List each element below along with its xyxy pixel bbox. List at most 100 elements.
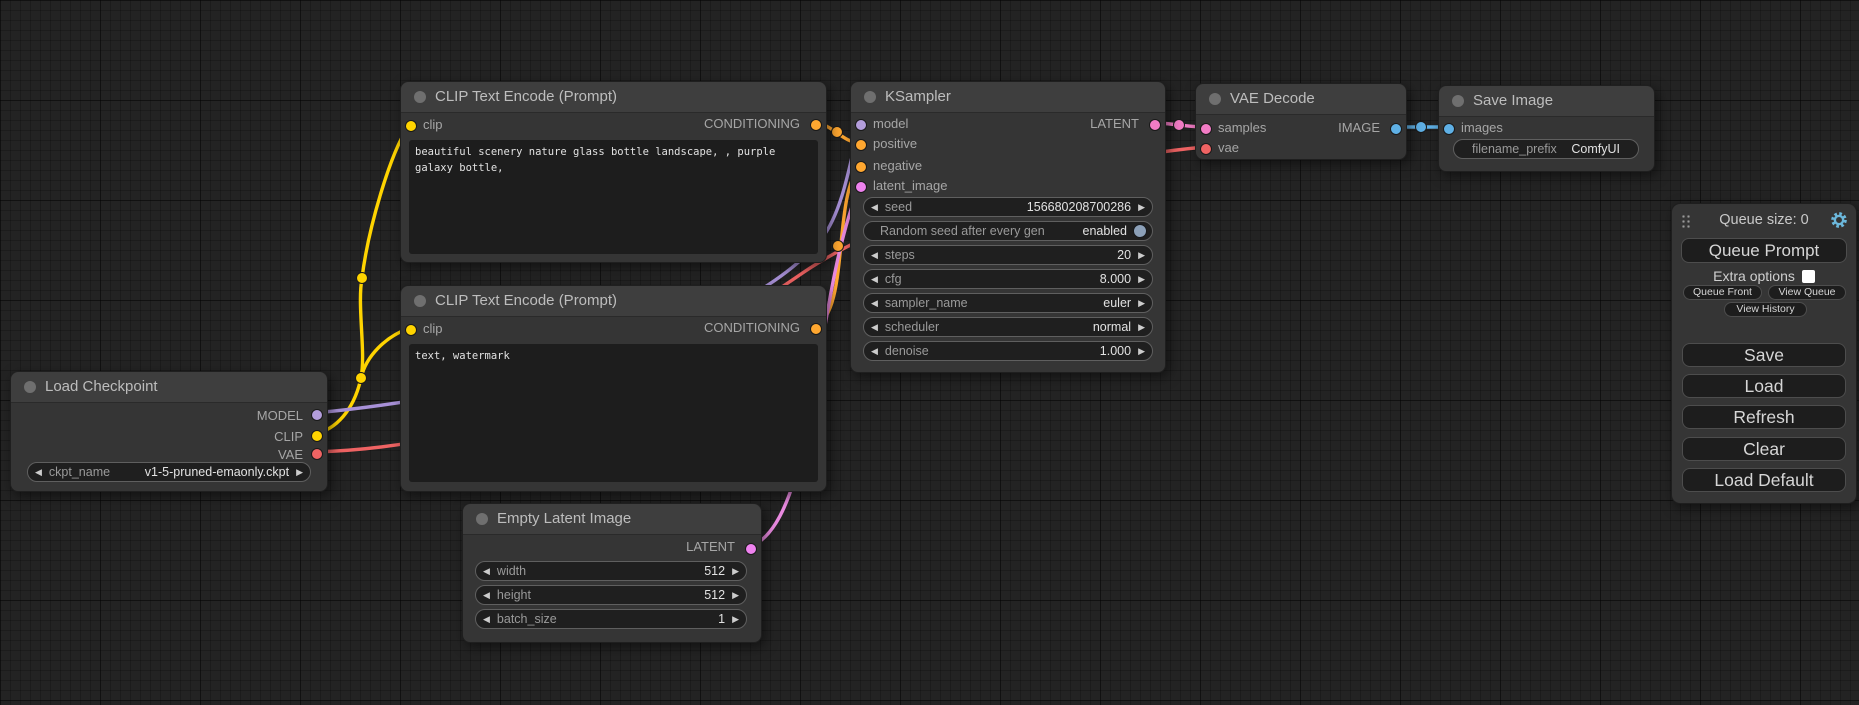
input-label-vae: vae	[1218, 139, 1239, 157]
input-slot-images[interactable]	[1443, 123, 1455, 135]
output-slot-latent[interactable]	[745, 543, 757, 555]
widget-label: scheduler	[885, 320, 939, 334]
output-slot-vae[interactable]	[311, 448, 323, 460]
widget-denoise[interactable]: ◀ denoise 1.000 ▶	[863, 341, 1153, 361]
widget-sampler-name[interactable]: ◀ sampler_name euler ▶	[863, 293, 1153, 313]
increment-arrow-icon[interactable]: ▶	[1131, 341, 1152, 361]
increment-arrow-icon[interactable]: ▶	[289, 462, 310, 482]
increment-arrow-icon[interactable]: ▶	[1131, 317, 1152, 337]
input-slot-vae[interactable]	[1200, 143, 1212, 155]
extra-options-checkbox[interactable]	[1802, 270, 1815, 283]
refresh-button[interactable]: Refresh	[1682, 405, 1846, 429]
load-default-button[interactable]: Load Default	[1682, 468, 1846, 492]
graph-canvas[interactable]: { "colors": { "model": "#b39ddb", "clip"…	[0, 0, 1859, 705]
input-slot-clip[interactable]	[405, 120, 417, 132]
input-slot-samples[interactable]	[1200, 123, 1212, 135]
output-slot-model[interactable]	[311, 409, 323, 421]
widget-width[interactable]: ◀ width 512 ▶	[475, 561, 747, 581]
widget-random-seed[interactable]: Random seed after every gen enabled	[863, 221, 1153, 241]
widget-steps[interactable]: ◀ steps 20 ▶	[863, 245, 1153, 265]
node-clip-encode-negative[interactable]: CLIP Text Encode (Prompt) clip CONDITION…	[400, 285, 827, 492]
widget-value: enabled	[1083, 224, 1128, 238]
node-load-checkpoint[interactable]: Load Checkpoint MODEL CLIP VAE ◀ ckpt_na…	[10, 371, 328, 492]
node-title: KSampler	[851, 82, 1165, 113]
view-queue-button[interactable]: View Queue	[1768, 285, 1846, 300]
decrement-arrow-icon[interactable]: ◀	[864, 341, 885, 361]
view-history-button[interactable]: View History	[1724, 302, 1807, 317]
node-ksampler[interactable]: KSampler model positive negative latent_…	[850, 81, 1166, 373]
input-slot-negative[interactable]	[855, 161, 867, 173]
input-slot-model[interactable]	[855, 119, 867, 131]
output-label-conditioning: CONDITIONING	[704, 319, 800, 337]
increment-arrow-icon[interactable]: ▶	[725, 609, 746, 629]
decrement-arrow-icon[interactable]: ◀	[864, 293, 885, 313]
widget-height[interactable]: ◀ height 512 ▶	[475, 585, 747, 605]
widget-value: normal	[1093, 320, 1131, 334]
decrement-arrow-icon[interactable]: ◀	[864, 317, 885, 337]
widget-value: 512	[704, 588, 725, 602]
node-save-image[interactable]: Save Image images filename_prefix ComfyU…	[1438, 85, 1655, 172]
output-slot-latent[interactable]	[1149, 119, 1161, 131]
widget-value: euler	[1103, 296, 1131, 310]
widget-label: height	[497, 588, 531, 602]
widget-label: seed	[885, 200, 912, 214]
clear-button[interactable]: Clear	[1682, 437, 1846, 461]
increment-arrow-icon[interactable]: ▶	[1131, 197, 1152, 217]
widget-cfg[interactable]: ◀ cfg 8.000 ▶	[863, 269, 1153, 289]
output-label-conditioning: CONDITIONING	[704, 115, 800, 133]
widget-value: 1.000	[1100, 344, 1131, 358]
input-slot-latent-image[interactable]	[855, 181, 867, 193]
input-label-images: images	[1461, 119, 1503, 137]
increment-arrow-icon[interactable]: ▶	[1131, 245, 1152, 265]
extra-options-label: Extra options	[1713, 268, 1795, 284]
widget-label: Random seed after every gen	[880, 224, 1045, 238]
prompt-textarea[interactable]: text, watermark	[409, 344, 818, 482]
node-status-icon	[24, 381, 36, 393]
input-label-negative: negative	[873, 157, 922, 175]
input-slot-clip[interactable]	[405, 324, 417, 336]
widget-label: sampler_name	[885, 296, 968, 310]
widget-filename-prefix[interactable]: filename_prefix ComfyUI	[1453, 139, 1639, 159]
widget-value: 1	[718, 612, 725, 626]
node-vae-decode[interactable]: VAE Decode samples vae IMAGE	[1195, 83, 1407, 160]
load-button[interactable]: Load	[1682, 374, 1846, 398]
output-slot-conditioning[interactable]	[810, 323, 822, 335]
node-status-icon	[1209, 93, 1221, 105]
node-clip-encode-positive[interactable]: CLIP Text Encode (Prompt) clip CONDITION…	[400, 81, 827, 263]
increment-arrow-icon[interactable]: ▶	[1131, 293, 1152, 313]
decrement-arrow-icon[interactable]: ◀	[476, 609, 497, 629]
node-title: Load Checkpoint	[11, 372, 327, 403]
output-slot-conditioning[interactable]	[810, 119, 822, 131]
widget-scheduler[interactable]: ◀ scheduler normal ▶	[863, 317, 1153, 337]
increment-arrow-icon[interactable]: ▶	[725, 561, 746, 581]
gear-icon[interactable]	[1830, 211, 1848, 229]
decrement-arrow-icon[interactable]: ◀	[28, 462, 49, 482]
input-slot-positive[interactable]	[855, 139, 867, 151]
increment-arrow-icon[interactable]: ▶	[725, 585, 746, 605]
output-slot-image[interactable]	[1390, 123, 1402, 135]
decrement-arrow-icon[interactable]: ◀	[476, 585, 497, 605]
queue-front-button[interactable]: Queue Front	[1683, 285, 1762, 300]
prompt-textarea[interactable]: beautiful scenery nature glass bottle la…	[409, 140, 818, 254]
decrement-arrow-icon[interactable]: ◀	[864, 245, 885, 265]
increment-arrow-icon[interactable]: ▶	[1131, 269, 1152, 289]
node-title: CLIP Text Encode (Prompt)	[401, 82, 826, 113]
queue-prompt-button[interactable]: Queue Prompt	[1681, 238, 1847, 263]
decrement-arrow-icon[interactable]: ◀	[476, 561, 497, 581]
save-button[interactable]: Save	[1682, 343, 1846, 367]
output-label-clip: CLIP	[274, 428, 303, 446]
link-dot-image	[1416, 122, 1427, 133]
widget-ckpt-name[interactable]: ◀ ckpt_name v1-5-pruned-emaonly.ckpt ▶	[27, 462, 311, 482]
widget-label: denoise	[885, 344, 929, 358]
link-dot-clip-2	[357, 273, 368, 284]
decrement-arrow-icon[interactable]: ◀	[864, 197, 885, 217]
widget-seed[interactable]: ◀ seed 156680208700286 ▶	[863, 197, 1153, 217]
node-empty-latent-image[interactable]: Empty Latent Image LATENT ◀ width 512 ▶ …	[462, 503, 762, 643]
toggle-icon[interactable]	[1133, 224, 1147, 238]
decrement-arrow-icon[interactable]: ◀	[864, 269, 885, 289]
node-status-icon	[476, 513, 488, 525]
widget-value: v1-5-pruned-emaonly.ckpt	[145, 465, 289, 479]
widget-batch-size[interactable]: ◀ batch_size 1 ▶	[475, 609, 747, 629]
widget-label: cfg	[885, 272, 902, 286]
output-slot-clip[interactable]	[311, 430, 323, 442]
